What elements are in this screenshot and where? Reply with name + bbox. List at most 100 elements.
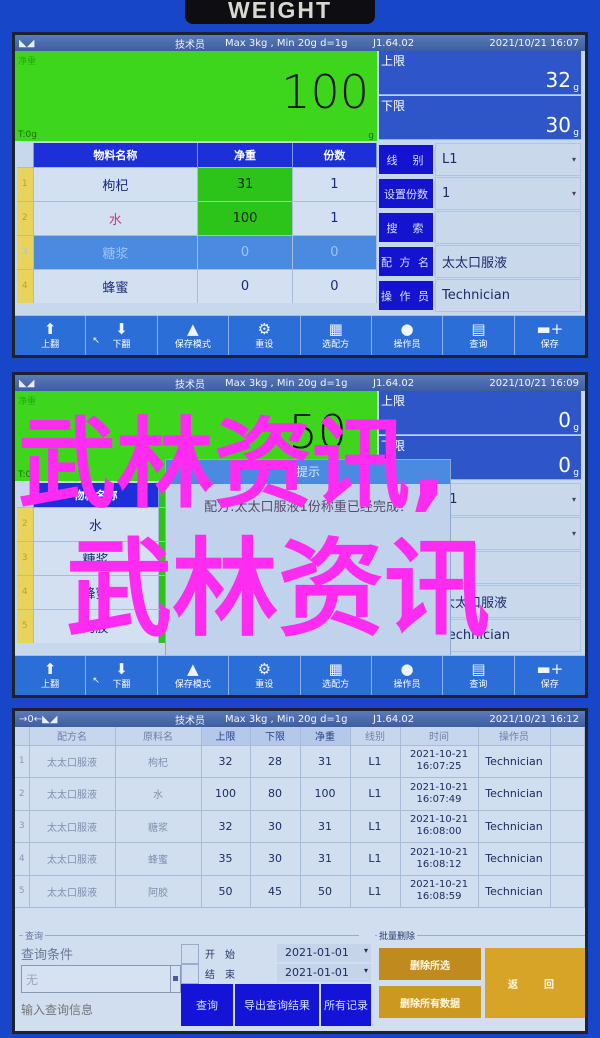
reset-button[interactable]: ⚙ 重设 <box>229 656 301 695</box>
save-mode-button[interactable]: ▲ 保存模式 <box>158 656 230 695</box>
signal-icon: ◣◢ <box>19 37 35 49</box>
index-header <box>15 727 30 746</box>
end-date-select[interactable]: 2021-01-01 ▾ <box>277 964 371 982</box>
all-records-button[interactable]: 所有记录 <box>321 984 371 1026</box>
lower-limit-unit: g <box>573 128 579 138</box>
lower-limit-label: 下限 <box>381 99 406 113</box>
net-weight: 31 <box>197 166 293 201</box>
upper-limit: 上限 32 g <box>379 51 581 95</box>
operator-button[interactable]: ● 操作员 <box>372 656 444 695</box>
chevron-down-icon: ▾ <box>571 155 576 164</box>
table-row[interactable]: 4 蜂蜜 0 0 <box>17 268 378 303</box>
query-button[interactable]: ▤ 查询 <box>443 316 515 355</box>
select-recipe-button[interactable]: ▦ 选配方 <box>301 316 372 355</box>
button-label: 操作员 <box>393 340 421 350</box>
date-text: 2021-10-21 <box>409 814 469 826</box>
search-input[interactable] <box>435 551 581 584</box>
delete-all-button[interactable]: 删除所有数据 <box>379 986 481 1018</box>
table-row[interactable]: 2 水 100 1 <box>17 200 378 235</box>
line-cell: L1 <box>350 777 401 811</box>
button-label: 下翻 <box>112 340 131 350</box>
row-index: 3 <box>17 540 34 575</box>
search-button[interactable]: 搜 索 <box>379 213 433 242</box>
material-name: 水 <box>33 506 159 541</box>
page-down-button[interactable]: ↖ ⬇ 下翻 <box>86 656 158 695</box>
version-label: J1.64.02 <box>373 37 415 49</box>
chevron-down-icon: ▾ <box>363 946 368 955</box>
reset-button[interactable]: ⚙ 重设 <box>229 316 301 355</box>
row-index: 3 <box>17 234 34 269</box>
pyramid-icon: ▲ <box>187 660 199 678</box>
weight-value: 100 <box>281 65 369 119</box>
date-text: 2021-10-21 <box>409 781 469 793</box>
page-down-button[interactable]: ↖ ⬇ 下翻 <box>86 316 158 355</box>
count-select[interactable]: 1▾ <box>435 177 581 210</box>
search-input[interactable] <box>435 211 581 244</box>
line-select[interactable]: L1▾ <box>435 483 581 516</box>
export-results-button[interactable]: 导出查询结果 <box>235 984 319 1026</box>
start-date-select[interactable]: 2021-01-01 ▾ <box>277 944 371 962</box>
table-row[interactable]: 3 太太口服液 糖浆 32 30 31 L1 2021-10-21 16:08:0… <box>15 810 585 843</box>
query-input[interactable] <box>21 998 181 1022</box>
time-text: 16:07:49 <box>416 793 462 805</box>
operator-field[interactable]: Technician <box>435 279 581 312</box>
button-label: 重设 <box>255 680 274 690</box>
operator-field[interactable]: Technician <box>435 619 581 652</box>
count-select[interactable]: 1▾ <box>435 517 581 550</box>
time-cell: 2021-10-21 16:08:59 <box>400 875 479 908</box>
operator-cell: Technician <box>478 745 551 778</box>
end-checkbox[interactable] <box>181 964 199 984</box>
back-button[interactable]: 返 回 <box>485 948 585 1018</box>
query-button[interactable]: ▤ 查询 <box>443 656 515 695</box>
dialog-title: 提示 <box>166 460 450 484</box>
recipe-field[interactable]: 太太口服液 <box>435 245 581 278</box>
tare-label: T:0g <box>18 130 37 140</box>
chevron-down-icon: ▾ <box>571 529 576 538</box>
save-button[interactable]: ▬+ 保存 <box>515 316 585 355</box>
delete-selected-button[interactable]: 删除所选 <box>379 948 481 980</box>
col-header-count: 份数 <box>292 143 378 167</box>
row-index: 5 <box>15 875 30 908</box>
button-label: 操作员 <box>393 680 421 690</box>
table-row[interactable]: 5 太太口服液 阿胶 50 45 50 L1 2021-10-21 16:08:5… <box>15 875 585 908</box>
arrow-up-icon: ⬆ <box>43 660 57 678</box>
start-checkbox[interactable] <box>181 944 199 964</box>
query-submit-button[interactable]: 查询 <box>181 984 233 1026</box>
cursor-icon: ↖ <box>92 336 100 346</box>
table-row[interactable]: 2 太太口服液 水 100 80 100 L1 2021-10-21 16:07:… <box>15 777 585 811</box>
count-label: 设置份数 <box>379 179 433 208</box>
user-icon: ● <box>400 660 414 678</box>
save-button[interactable]: ▬+ 保存 <box>515 656 585 695</box>
user-icon: ● <box>400 320 414 338</box>
time-text: 16:08:59 <box>416 891 462 903</box>
table-row-selected[interactable]: 3 糖浆 0 0 <box>17 234 378 269</box>
page-up-button[interactable]: ⬆ 上翻 <box>15 656 87 695</box>
select-recipe-button[interactable]: ▦ 选配方 <box>301 656 372 695</box>
recipe-cell: 太太口服液 <box>29 875 116 908</box>
operator-button[interactable]: ● 操作员 <box>372 316 444 355</box>
upper-limit: 上限 0 g <box>379 391 581 435</box>
batch-delete-label: 批量删除 <box>377 929 418 942</box>
line-select[interactable]: L1▾ <box>435 143 581 176</box>
tare-label: T:0g <box>18 470 37 480</box>
query-condition-select[interactable]: 无 <box>21 965 181 993</box>
date-text: 2021-10-21 <box>409 749 469 761</box>
upper-cell: 35 <box>201 842 251 876</box>
page-up-button[interactable]: ⬆ 上翻 <box>15 316 87 355</box>
table-row[interactable]: 1 太太口服液 枸杞 32 28 31 L1 2021-10-21 16:07:2… <box>15 745 585 778</box>
col-header-net: 净重 <box>300 727 351 746</box>
save-mode-button[interactable]: ▲ 保存模式 <box>158 316 230 355</box>
recipe-field[interactable]: 太太口服液 <box>435 585 581 618</box>
time-cell: 2021-10-21 16:07:49 <box>400 777 479 811</box>
status-bar: ◣◢ 技术员 Max 3kg , Min 20g d=1g J1.64.02 2… <box>15 35 585 51</box>
net-cell: 50 <box>300 875 351 908</box>
line-cell: L1 <box>350 842 401 876</box>
query-condition-value: 无 <box>26 973 39 987</box>
material-cell: 枸杞 <box>115 745 202 778</box>
table-row[interactable]: 1 枸杞 31 1 <box>17 166 378 201</box>
datetime-label: 2021/10/21 16:09 <box>489 377 579 389</box>
table-row[interactable]: 4 太太口服液 蜂蜜 35 30 31 L1 2021-10-21 16:08:1… <box>15 842 585 876</box>
query-condition-label: 查询条件 <box>21 948 74 963</box>
search-doc-icon: ▤ <box>471 320 486 338</box>
start-label: 开 始 <box>205 950 235 961</box>
